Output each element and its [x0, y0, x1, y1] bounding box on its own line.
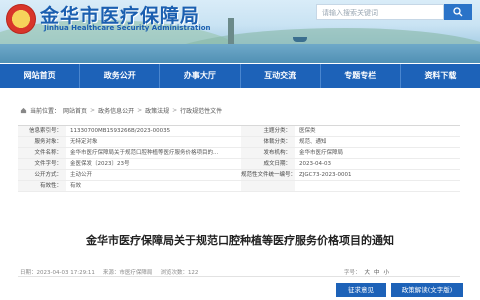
nav-gov-affairs[interactable]: 政务公开: [80, 64, 161, 88]
breadcrumb-prefix: 当前位置：: [30, 108, 61, 115]
info-label: [241, 181, 295, 191]
info-row: 服务对象： 无特定对象 体裁分类： 规范、通知: [18, 137, 460, 148]
info-label: 发布机构：: [241, 148, 295, 158]
document-source: 来源：市医疗保障局: [102, 270, 153, 276]
info-value: 有效: [70, 183, 82, 189]
main-nav: 网站首页 政务公开 办事大厅 互动交流 专题专栏 资料下载: [0, 64, 480, 88]
feedback-button[interactable]: 征求意见: [336, 283, 386, 297]
info-value: 医保类: [299, 128, 316, 134]
font-size-medium[interactable]: 中: [374, 268, 380, 276]
info-value: 主动公开: [70, 172, 93, 178]
breadcrumb-separator: >: [137, 107, 143, 114]
emblem-star-icon: ★: [15, 9, 25, 22]
info-row: 文件字号： 金医保发〔2023〕23号 成文日期： 2023-04-03: [18, 159, 460, 170]
info-row: 公开方式： 主动公开 规范性文件统一编号： ZJGC73-2023-0001: [18, 170, 460, 181]
home-icon: [20, 107, 27, 114]
font-size-large[interactable]: 大: [365, 268, 371, 276]
divider: [18, 276, 460, 277]
breadcrumb-separator: >: [90, 107, 96, 114]
info-label: 服务对象：: [18, 137, 66, 147]
info-label: 有效性：: [18, 181, 66, 191]
breadcrumb: 当前位置： 网站首页 > 政务信息公开 > 政策法规 > 行政规范性文件: [20, 106, 222, 115]
site-subtitle: Jinhua Healthcare Security Administratio…: [44, 24, 211, 32]
font-size-small[interactable]: 小: [384, 268, 390, 276]
info-label: 文件名称：: [18, 148, 66, 158]
info-value: 金华市医疗保障局关于规范口腔种植等医疗服务价格项目的...: [70, 150, 219, 156]
breadcrumb-gov-info[interactable]: 政务信息公开: [98, 106, 134, 115]
info-label: 主题分类：: [241, 126, 295, 136]
info-value: 11330700MB1593266B/2023-00035: [70, 128, 171, 134]
banner-boat: [293, 37, 307, 42]
banner-water: [0, 44, 480, 63]
breadcrumb-policies[interactable]: 政策法规: [145, 106, 169, 115]
breadcrumb-home[interactable]: 网站首页: [63, 106, 87, 115]
info-value: 规范、通知: [299, 139, 327, 145]
info-row: 文件名称： 金华市医疗保障局关于规范口腔种植等医疗服务价格项目的... 发布机构…: [18, 148, 460, 159]
info-label: 信息索引号：: [18, 126, 66, 136]
breadcrumb-separator: >: [172, 107, 178, 114]
info-label: 文件字号：: [18, 159, 66, 169]
info-label: 公开方式：: [18, 170, 66, 180]
document-meta: 日期：2023-04-03 17:29:11 来源：市医疗保障局 浏览次数：12…: [20, 268, 198, 276]
document-info-table: 信息索引号： 11330700MB1593266B/2023-00035 主题分…: [18, 125, 460, 192]
info-row: 信息索引号： 11330700MB1593266B/2023-00035 主题分…: [18, 126, 460, 137]
search-button[interactable]: [444, 4, 472, 20]
nav-special-topics[interactable]: 专题专栏: [321, 64, 401, 88]
info-label: 成文日期：: [241, 159, 295, 169]
font-size-control: 字号： 大 中 小: [344, 268, 389, 276]
document-title: 金华市医疗保障局关于规范口腔种植等医疗服务价格项目的通知: [86, 234, 394, 247]
nav-downloads[interactable]: 资料下载: [401, 64, 480, 88]
banner-pagoda: [228, 18, 234, 44]
info-row: 有效性： 有效: [18, 181, 460, 192]
info-value: ZJGC73-2023-0001: [299, 172, 352, 178]
info-value: 金华市医疗保障局: [299, 150, 344, 156]
info-value: 金医保发〔2023〕23号: [70, 161, 130, 167]
publish-date: 日期：2023-04-03 17:29:11: [20, 270, 95, 276]
info-label: 体裁分类：: [241, 137, 295, 147]
info-label: 规范性文件统一编号：: [241, 170, 297, 180]
nav-home[interactable]: 网站首页: [0, 64, 81, 88]
font-size-label: 字号：: [344, 270, 361, 276]
view-count: 浏览次数：122: [160, 270, 199, 276]
info-value: 2023-04-03: [299, 161, 331, 167]
nav-service-hall[interactable]: 办事大厅: [160, 64, 241, 88]
policy-interpretation-button[interactable]: 政策解读(文字版): [391, 283, 463, 297]
info-value: [295, 181, 460, 191]
breadcrumb-normative-docs[interactable]: 行政规范性文件: [180, 106, 222, 115]
info-value: 无特定对象: [70, 139, 98, 145]
nav-interaction[interactable]: 互动交流: [241, 64, 321, 88]
search-icon: [453, 7, 463, 17]
search-input[interactable]: 请输入搜索关键词: [316, 4, 444, 20]
